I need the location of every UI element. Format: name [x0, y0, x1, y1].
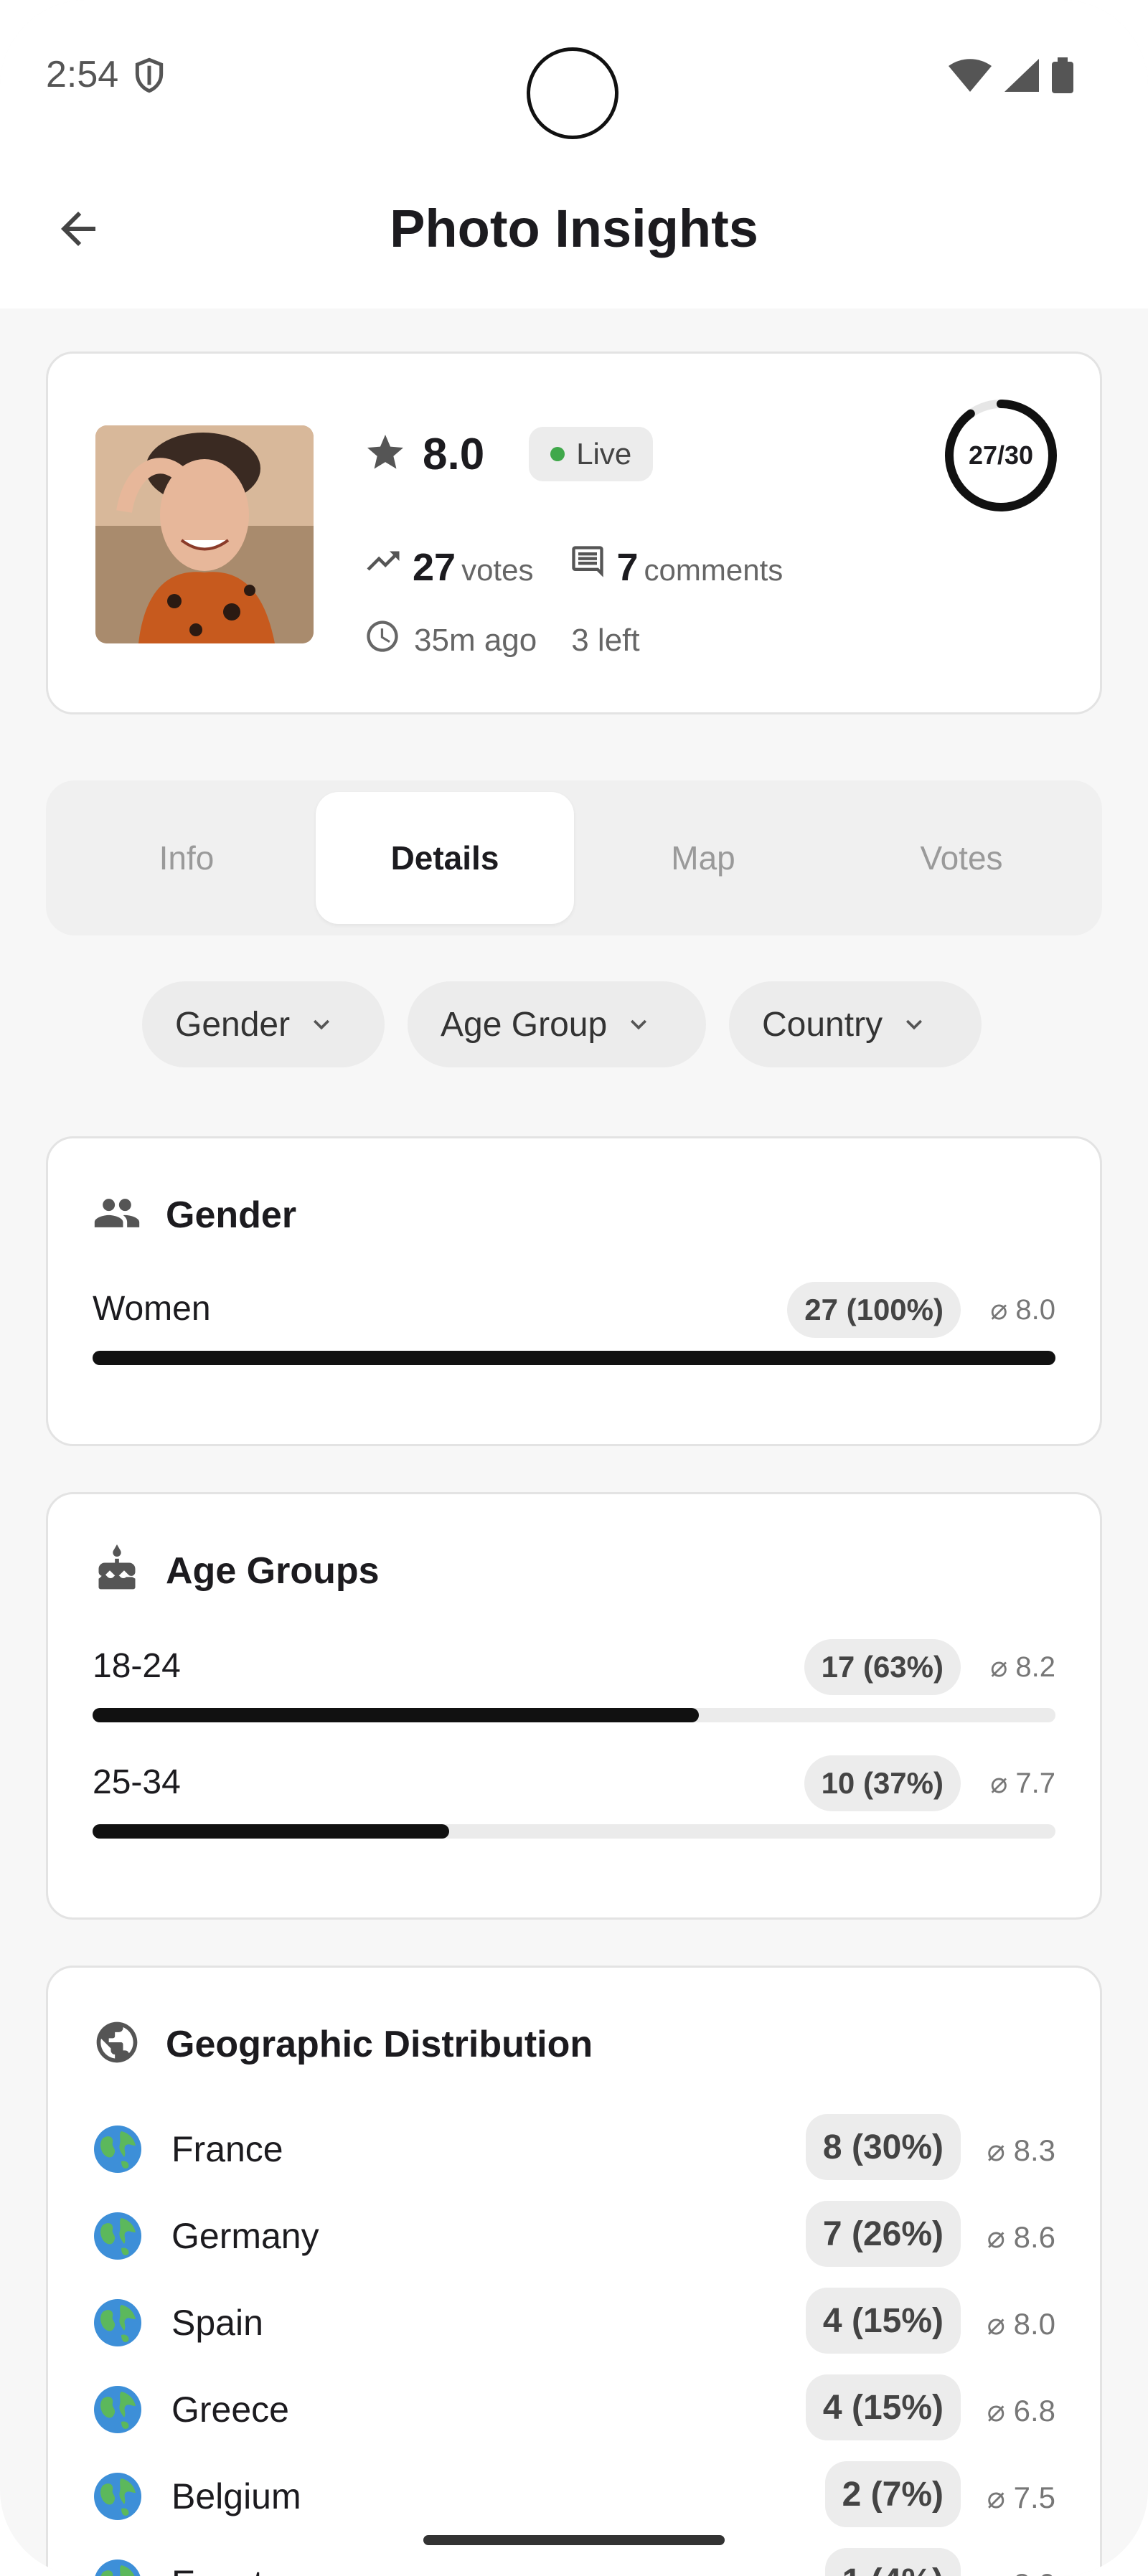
comment-icon	[569, 543, 606, 588]
star-icon	[364, 431, 407, 478]
status-label: Live	[576, 437, 632, 471]
globe-flag-icon	[93, 2384, 143, 2435]
country-row[interactable]: France 8 (30%) ⌀ 8.3	[48, 2111, 1100, 2183]
globe-flag-icon	[93, 2471, 143, 2521]
tab-votes[interactable]: Votes	[832, 792, 1091, 924]
average-value: ⌀ 8.2	[990, 1651, 1055, 1683]
filter-gender-dropdown[interactable]: Gender	[142, 981, 385, 1067]
signal-icon	[1004, 59, 1039, 95]
people-icon	[93, 1189, 141, 1241]
progress-label: 27/30	[968, 440, 1034, 470]
count-badge: 27 (100%)	[787, 1282, 961, 1338]
progress-bar	[93, 1351, 1055, 1365]
progress-bar	[93, 1824, 1055, 1839]
gender-section: Gender Women 27 (100%) ⌀ 8.0	[46, 1136, 1102, 1446]
filter-label: Gender	[175, 1005, 291, 1044]
tab-info[interactable]: Info	[57, 792, 316, 924]
geographic-distribution-section: Geographic Distribution France 8 (30%) ⌀ 8…	[46, 1966, 1102, 2576]
filter-age-group-dropdown[interactable]: Age Group	[408, 981, 706, 1067]
country-row[interactable]: Egypt 1 (4%) ⌀ 8.0	[48, 2545, 1100, 2576]
globe-flag-icon	[93, 2211, 143, 2261]
progress-bar	[93, 1708, 1055, 1722]
count-badge: 4 (15%)	[805, 2374, 961, 2440]
progress-bar-fill	[93, 1824, 449, 1839]
votes-count: 27	[413, 546, 456, 589]
votes-label: votes	[461, 553, 534, 587]
comments-count: 7	[616, 546, 639, 589]
tab-map[interactable]: Map	[574, 792, 832, 924]
progress-ring: 27/30	[941, 395, 1061, 516]
section-title: Geographic Distribution	[166, 2023, 593, 2065]
home-indicator[interactable]	[423, 2535, 725, 2545]
average-value: ⌀ 7.5	[987, 2481, 1055, 2514]
average-value: ⌀ 8.0	[987, 2307, 1055, 2341]
globe-flag-icon	[93, 2298, 143, 2348]
row-label: Women	[93, 1290, 211, 1328]
wifi-icon	[949, 59, 992, 95]
globe-flag-icon	[93, 2124, 143, 2174]
average-value: ⌀ 8.6	[987, 2220, 1055, 2254]
camera-cutout	[527, 47, 618, 139]
country-name: Greece	[171, 2389, 289, 2430]
cake-icon	[93, 1544, 141, 1597]
page-title: Photo Insights	[390, 199, 758, 258]
country-row[interactable]: Belgium 2 (7%) ⌀ 7.5	[48, 2458, 1100, 2530]
status-time: 2:54	[46, 54, 119, 95]
filter-label: Country	[762, 1005, 883, 1044]
country-name: France	[171, 2129, 283, 2169]
live-dot-icon	[550, 447, 565, 461]
clock-icon	[364, 618, 401, 663]
phone-screen: 2:54 Photo Insights 8.0 Live 27 votes 7 …	[0, 0, 1148, 2576]
photo-summary-card[interactable]: 8.0 Live 27 votes 7 comments 35m ago 3 l…	[46, 352, 1102, 714]
battery-icon	[1052, 57, 1073, 97]
shield-icon	[135, 57, 164, 97]
status-bar: 2:54	[0, 0, 1148, 143]
globe-flag-icon	[93, 2558, 143, 2576]
count-badge: 1 (4%)	[824, 2548, 961, 2576]
count-badge: 10 (37%)	[804, 1755, 961, 1811]
age-groups-section: Age Groups 18-24 17 (63%) ⌀ 8.2 25-34 10…	[46, 1492, 1102, 1920]
average-value: ⌀ 8.3	[987, 2133, 1055, 2167]
chevron-down-icon	[314, 1019, 330, 1030]
trending-up-icon	[364, 542, 403, 588]
time-ago: 35m ago	[414, 622, 537, 658]
tab-details[interactable]: Details	[316, 792, 574, 924]
country-row[interactable]: Spain 4 (15%) ⌀ 8.0	[48, 2285, 1100, 2356]
progress-bar-fill	[93, 1351, 1055, 1365]
progress-bar-fill	[93, 1708, 700, 1722]
filter-country-dropdown[interactable]: Country	[729, 981, 982, 1067]
country-name: Germany	[171, 2216, 319, 2256]
row-label: 18-24	[93, 1647, 181, 1685]
count-badge: 7 (26%)	[805, 2201, 961, 2267]
remaining-label: 3 left	[571, 622, 640, 658]
rating-value: 8.0	[423, 429, 485, 479]
count-badge: 17 (63%)	[804, 1639, 961, 1695]
chevron-down-icon	[631, 1019, 647, 1030]
status-badge: Live	[529, 427, 654, 481]
photo-thumbnail[interactable]	[95, 425, 314, 643]
chevron-down-icon	[906, 1019, 923, 1030]
average-value: ⌀ 8.0	[987, 2567, 1055, 2576]
average-value: ⌀ 8.0	[990, 1294, 1055, 1326]
count-badge: 4 (15%)	[805, 2288, 961, 2354]
country-name: Egypt	[171, 2562, 263, 2576]
average-value: ⌀ 6.8	[987, 2394, 1055, 2428]
average-value: ⌀ 7.7	[990, 1768, 1055, 1799]
comments-label: comments	[644, 553, 784, 587]
section-title: Age Groups	[166, 1549, 380, 1592]
count-badge: 8 (30%)	[805, 2114, 961, 2180]
tab-bar: Info Details Map Votes	[46, 780, 1102, 935]
country-row[interactable]: Greece 4 (15%) ⌀ 6.8	[48, 2372, 1100, 2443]
filter-label: Age Group	[441, 1005, 608, 1044]
app-bar: Photo Insights	[0, 143, 1148, 308]
country-row[interactable]: Germany 7 (26%) ⌀ 8.6	[48, 2198, 1100, 2270]
section-title: Gender	[166, 1194, 297, 1236]
count-badge: 2 (7%)	[824, 2461, 961, 2527]
row-label: 25-34	[93, 1763, 181, 1801]
globe-icon	[93, 2018, 141, 2070]
country-name: Spain	[171, 2303, 263, 2343]
country-name: Belgium	[171, 2476, 301, 2516]
